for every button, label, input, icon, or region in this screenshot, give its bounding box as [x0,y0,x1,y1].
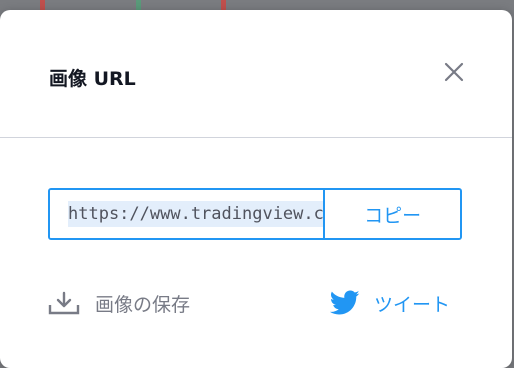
close-button[interactable] [440,58,468,86]
chart-background-candle [221,0,226,10]
url-text: https://www.tradingview.c [68,201,324,227]
url-field[interactable]: https://www.tradingview.c [50,190,324,238]
tweet-label: ツイート [374,293,451,316]
dialog-divider [0,137,512,138]
tweet-button[interactable]: ツイート [330,288,450,318]
save-image-label: 画像の保存 [95,293,191,316]
url-copy-group: https://www.tradingview.c コピー [48,188,462,240]
copy-button[interactable]: コピー [323,190,460,238]
download-icon [48,289,80,317]
chart-background-candle [136,0,141,10]
twitter-bird-icon [330,289,362,317]
close-icon [444,62,464,82]
save-image-button[interactable]: 画像の保存 [48,288,190,318]
image-url-dialog: 画像 URL https://www.tradingview.c コピー 画像の… [0,10,512,368]
dialog-title: 画像 URL [49,68,136,90]
chart-background-candle [40,0,45,10]
